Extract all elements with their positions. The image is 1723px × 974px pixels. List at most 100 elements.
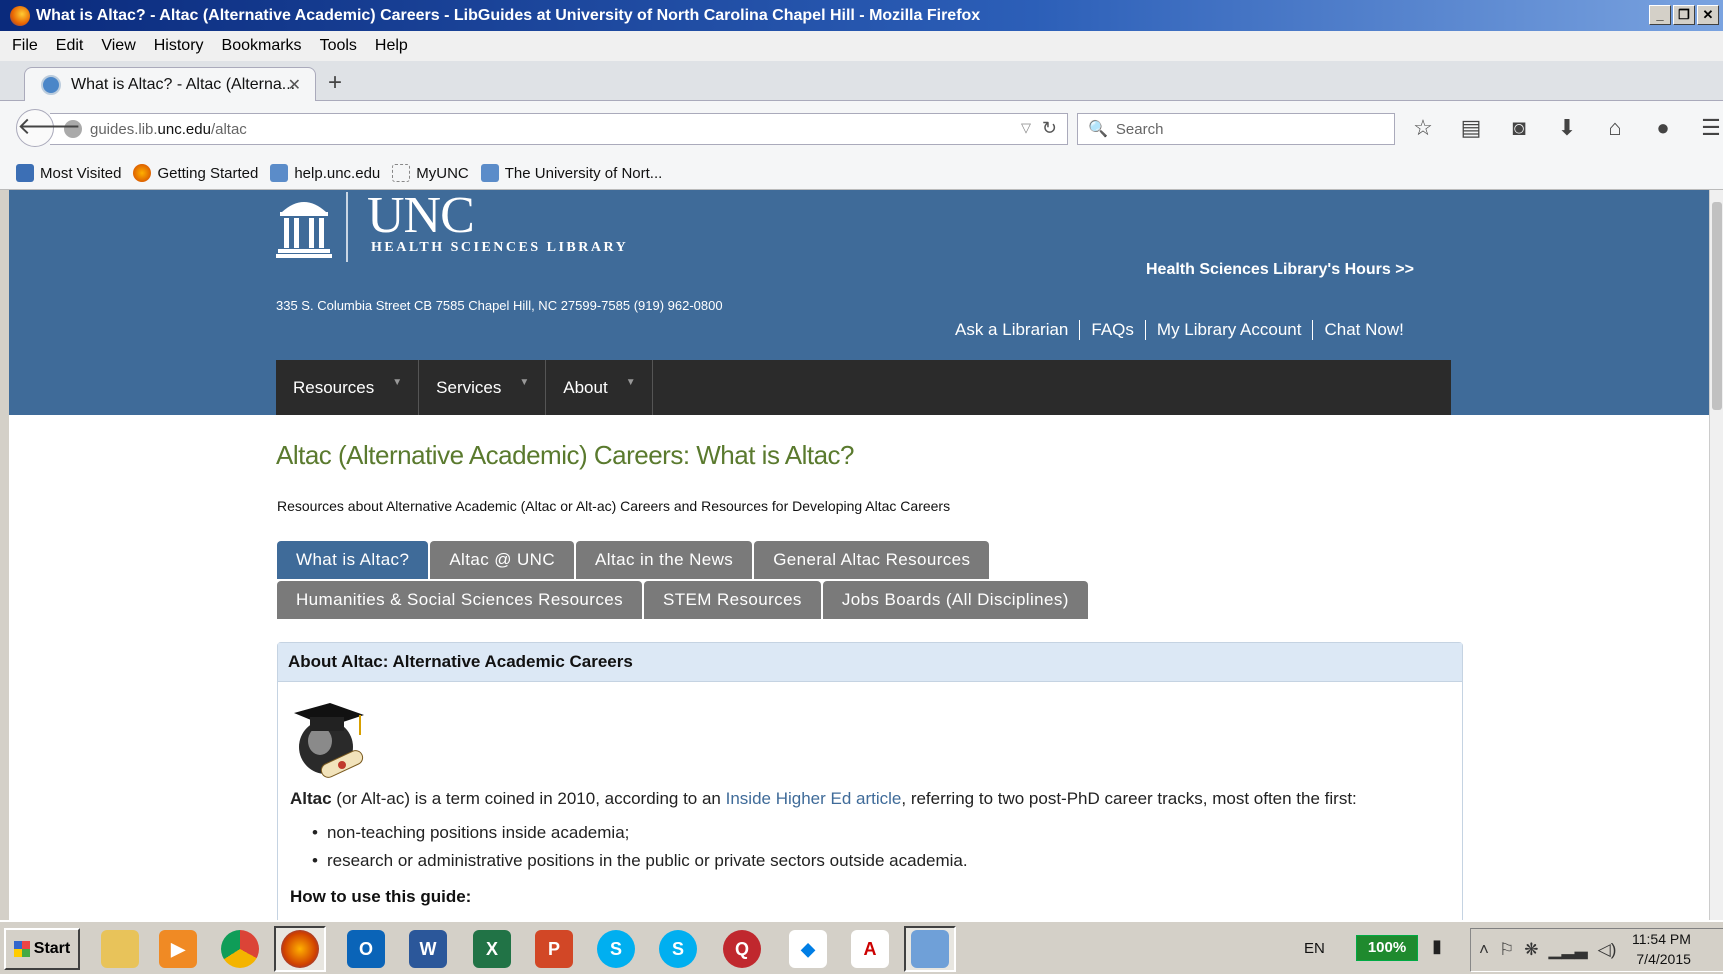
quicktime-icon: Q: [723, 930, 761, 968]
nav-about[interactable]: About ▼: [546, 360, 653, 415]
scrollbar-thumb[interactable]: [1712, 202, 1722, 410]
dropbox-tray-icon[interactable]: ❋: [1524, 940, 1538, 960]
unc-icon: [270, 164, 289, 182]
pocket-icon[interactable]: ◙: [1506, 115, 1532, 141]
bookmark-university[interactable]: The University of Nort...: [480, 164, 662, 182]
ask-librarian-link[interactable]: Ask a Librarian: [955, 320, 1068, 340]
volume-icon[interactable]: ◁): [1598, 940, 1617, 960]
my-library-account-link[interactable]: My Library Account: [1157, 320, 1302, 340]
taskbar-word[interactable]: W: [402, 926, 454, 972]
tab-stem[interactable]: STEM Resources: [644, 581, 821, 619]
list-item: non-teaching positions inside academia;: [312, 823, 968, 843]
start-label: Start: [33, 940, 71, 957]
close-tab-icon[interactable]: ✕: [288, 75, 301, 95]
menu-bar: File Edit View History Bookmarks Tools H…: [0, 31, 1723, 61]
nav-resources[interactable]: Resources ▼: [276, 360, 420, 415]
taskbar-control-panel[interactable]: [904, 926, 956, 972]
taskbar-chrome[interactable]: [214, 926, 266, 972]
faqs-link[interactable]: FAQs: [1091, 320, 1134, 340]
link-separator: [1312, 320, 1314, 340]
taskbar-acrobat[interactable]: A: [844, 926, 896, 972]
libguides-favicon-icon: [41, 75, 61, 95]
tab-what-is-altac[interactable]: What is Altac?: [277, 541, 429, 579]
tab-strip: What is Altac? - Altac (Alterna... ✕ +: [0, 61, 1723, 102]
menu-hamburger-icon[interactable]: ☰: [1698, 115, 1723, 141]
url-bar[interactable]: guides.lib. unc.edu/altac ▽ ↻: [50, 113, 1068, 145]
graduation-cap-icon: [294, 703, 364, 778]
tab-altac-news[interactable]: Altac in the News: [576, 541, 753, 579]
page-scrollbar[interactable]: [1709, 190, 1723, 920]
menu-history[interactable]: History: [154, 37, 204, 55]
control-panel-icon: [911, 930, 949, 968]
intro-paragraph: Altac (or Alt-ac) is a term coined in 20…: [290, 789, 1357, 809]
menu-tools[interactable]: Tools: [320, 37, 357, 55]
excel-icon: X: [473, 930, 511, 968]
network-icon[interactable]: ▁▂▃: [1548, 940, 1587, 960]
menu-edit[interactable]: Edit: [56, 37, 84, 55]
tab-label: What is Altac? - Altac (Alterna...: [71, 76, 296, 93]
reading-list-icon[interactable]: ▤: [1458, 115, 1484, 141]
hello-chat-icon[interactable]: ●: [1650, 115, 1676, 141]
bookmark-most-visited[interactable]: Most Visited: [16, 164, 121, 182]
close-window-button[interactable]: ✕: [1697, 5, 1719, 25]
taskbar-excel[interactable]: X: [466, 926, 518, 972]
browser-tab[interactable]: What is Altac? - Altac (Alterna... ✕: [24, 67, 316, 102]
bookmark-getting-started[interactable]: Getting Started: [133, 164, 258, 182]
chat-now-link[interactable]: Chat Now!: [1324, 320, 1403, 340]
home-icon[interactable]: ⌂: [1602, 115, 1628, 141]
start-button[interactable]: Start: [4, 928, 80, 970]
taskbar-dropbox[interactable]: ◆: [782, 926, 834, 972]
tab-altac-unc[interactable]: Altac @ UNC: [430, 541, 575, 579]
taskbar-media-player[interactable]: ▶: [152, 926, 204, 972]
search-input[interactable]: 🔍 Search: [1077, 113, 1395, 145]
window-title-bar: What is Altac? - Altac (Alternative Acad…: [0, 0, 1723, 31]
link-separator: [1144, 320, 1146, 340]
taskbar-quicktime[interactable]: Q: [716, 926, 768, 972]
taskbar-powerpoint[interactable]: P: [528, 926, 580, 972]
bookmark-label: MyUNC: [416, 164, 469, 182]
restore-button[interactable]: ❐: [1673, 5, 1695, 25]
language-indicator[interactable]: EN: [1304, 940, 1325, 957]
action-center-flag-icon[interactable]: ⚐: [1499, 940, 1514, 960]
library-hours-link[interactable]: Health Sciences Library's Hours >>: [1146, 261, 1414, 279]
blank-page-icon: [392, 164, 411, 182]
logo-title[interactable]: UNC: [367, 190, 475, 245]
list-item: research or administrative positions in …: [312, 851, 968, 871]
back-button[interactable]: 🡐: [16, 109, 81, 147]
guide-tabs: Humanities & Social Sciences Resources S…: [277, 581, 1088, 619]
power-plug-icon[interactable]: ▮: [1432, 936, 1442, 957]
downloads-icon[interactable]: ⬇: [1554, 115, 1580, 141]
nav-services[interactable]: Services ▼: [419, 360, 547, 415]
skype-icon: S: [659, 930, 697, 968]
url-dropdown-icon[interactable]: ▽: [1021, 120, 1031, 136]
taskbar-file-explorer[interactable]: [94, 926, 146, 972]
menu-file[interactable]: File: [12, 37, 38, 55]
menu-help[interactable]: Help: [375, 37, 408, 55]
reload-icon[interactable]: ↻: [1042, 118, 1057, 139]
clock[interactable]: 11:54 PM 7/4/2015: [1632, 929, 1691, 969]
new-tab-button[interactable]: +: [328, 69, 342, 97]
minimize-button[interactable]: _: [1649, 5, 1671, 25]
bookmark-myunc[interactable]: MyUNC: [392, 164, 469, 182]
page-viewport: UNC HEALTH SCIENCES LIBRARY Health Scien…: [9, 190, 1709, 920]
show-hidden-icons-icon[interactable]: ˄: [1479, 940, 1489, 960]
menu-view[interactable]: View: [101, 37, 135, 55]
menu-bookmarks[interactable]: Bookmarks: [222, 37, 302, 55]
link-separator: [1079, 320, 1081, 340]
battery-indicator[interactable]: 100%: [1356, 935, 1418, 961]
taskbar-firefox[interactable]: [274, 926, 326, 972]
content-box: About Altac: Alternative Academic Career…: [277, 642, 1463, 920]
bookmark-help-unc[interactable]: help.unc.edu: [270, 164, 380, 182]
taskbar-outlook[interactable]: O: [340, 926, 392, 972]
quick-links: Ask a Librarian FAQs My Library Account …: [955, 320, 1404, 340]
tab-jobs-boards[interactable]: Jobs Boards (All Disciplines): [822, 581, 1088, 619]
box-header: About Altac: Alternative Academic Career…: [278, 643, 1462, 682]
taskbar-skype-2[interactable]: S: [652, 926, 704, 972]
old-well-logo-icon[interactable]: [276, 194, 332, 258]
inside-higher-ed-link[interactable]: Inside Higher Ed article: [726, 789, 902, 808]
logo-subtitle[interactable]: HEALTH SCIENCES LIBRARY: [371, 240, 628, 256]
tab-humanities[interactable]: Humanities & Social Sciences Resources: [277, 581, 643, 619]
tab-general-resources[interactable]: General Altac Resources: [754, 541, 990, 579]
taskbar-skype[interactable]: S: [590, 926, 642, 972]
bookmark-star-icon[interactable]: ☆: [1410, 115, 1436, 141]
